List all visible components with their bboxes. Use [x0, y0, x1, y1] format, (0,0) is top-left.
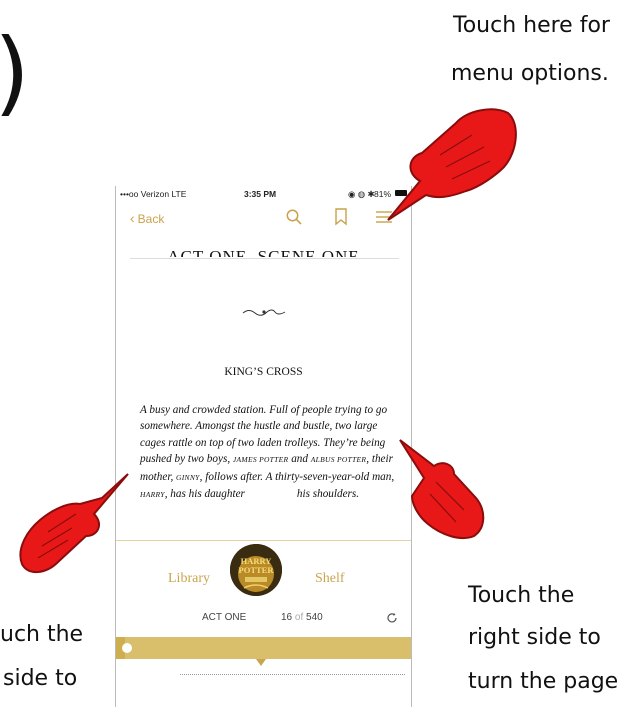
shelf-button[interactable]: Shelf	[315, 571, 345, 587]
position-marker-icon	[256, 659, 266, 666]
left-hint-line-1: uch the	[0, 622, 84, 647]
section-name: ACT ONE	[202, 612, 247, 623]
refresh-icon[interactable]	[386, 612, 398, 624]
right-hint-line-3: turn the page	[468, 669, 619, 694]
nav-divider	[130, 258, 399, 259]
pointing-hand-icon	[19, 473, 129, 573]
scrubber-knob[interactable]	[122, 643, 132, 653]
bookmark-icon[interactable]	[334, 208, 348, 226]
ibooks-reader-screen: •••oo Verizon LTE 3:35 PM ◉ ◍ ✱ 81% ‹ Bac…	[115, 186, 412, 707]
flourish-icon	[242, 309, 285, 316]
character-name: HARRY	[140, 490, 165, 500]
book-cover-thumbnail[interactable]: HARRY POTTER	[230, 544, 282, 596]
pointing-hand-icon	[399, 439, 485, 540]
menu-hint-line-1: Touch here for	[453, 13, 610, 38]
back-button[interactable]: ‹ Back	[130, 210, 164, 226]
para-text: his shoulders.	[296, 488, 360, 501]
toolbar-divider	[116, 540, 411, 541]
character-name: GINNY	[176, 472, 200, 482]
reader-nav-bar: ‹ Back	[116, 202, 411, 232]
bottom-toolbar: Library HARRY POTTER Shelf ACT ONE 16 of…	[116, 540, 411, 707]
right-hint-line-2: right side to	[468, 625, 601, 650]
page-scrubber[interactable]	[116, 637, 411, 659]
chapter-heading: KING’S CROSS	[224, 366, 303, 378]
book-cover-art: HARRY POTTER	[230, 544, 282, 596]
right-hint-line-1: Touch the	[468, 583, 575, 608]
ornament-flourish	[116, 304, 411, 322]
chevron-left-icon: ‹	[130, 210, 135, 226]
carrier-text: •••oo Verizon LTE	[120, 189, 187, 199]
character-name: ALBUS POTTER	[310, 455, 367, 465]
partial-paren: )	[0, 18, 30, 128]
page-tick-marks	[180, 668, 405, 675]
status-time: 3:35 PM	[244, 189, 277, 199]
status-bar: •••oo Verizon LTE 3:35 PM ◉ ◍ ✱ 81%	[116, 186, 411, 202]
book-paragraph[interactable]: A busy and crowded station. Full of peop…	[140, 402, 402, 503]
status-icons: ◉ ◍ ✱	[348, 189, 375, 199]
page-current: 16	[281, 612, 293, 623]
search-icon[interactable]	[285, 208, 303, 226]
page-of: of	[294, 612, 304, 623]
menu-hint-line-2: menu options.	[451, 61, 609, 86]
para-text: , follows after. A thirty-seven-year-old…	[199, 470, 395, 483]
page-total: 540	[306, 612, 323, 623]
back-label: Back	[137, 212, 165, 226]
scene-heading: ACT ONE, SCENE ONE	[167, 247, 360, 257]
page-indicator: 16 of 540	[281, 612, 323, 623]
character-name: JAMES POTTER	[232, 455, 289, 465]
left-hint-line-2: side to	[3, 666, 78, 691]
para-text: , has his daughter	[164, 488, 245, 501]
para-text: and	[288, 453, 311, 466]
library-button[interactable]: Library	[168, 571, 210, 587]
cover-title-2: POTTER	[239, 565, 275, 575]
pointing-hand-icon	[387, 108, 517, 221]
